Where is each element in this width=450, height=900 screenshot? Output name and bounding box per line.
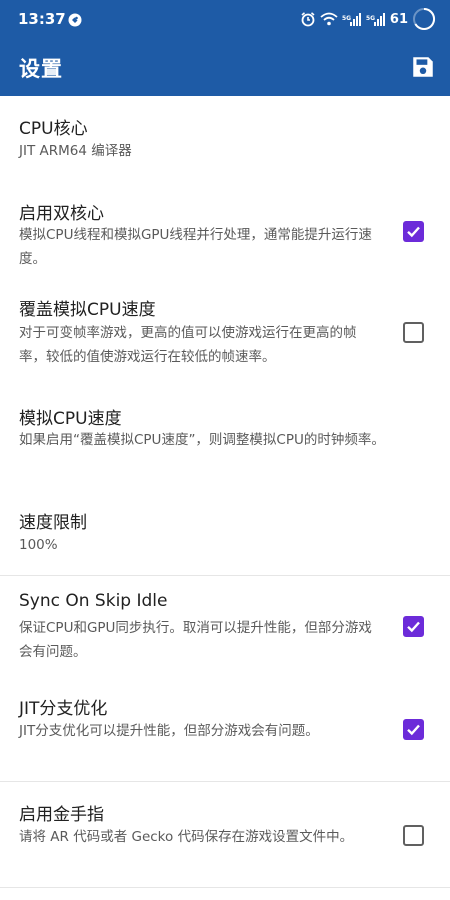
setting-title: Sync On Skip Idle [19, 591, 168, 611]
signal-icon: 5G [342, 12, 362, 26]
setting-summary: 保证CPU和GPU同步执行。取消可以提升性能，但部分游戏会有问题。 [19, 620, 372, 660]
setting-title: JIT分支优化 [19, 699, 108, 719]
setting-summary: 模拟CPU线程和模拟GPU线程并行处理，通常能提升运行速度。 [19, 227, 372, 267]
setting-dual-core[interactable]: 启用双核心 模拟CPU线程和模拟GPU线程并行处理，通常能提升运行速度。 [0, 193, 450, 291]
page-title: 设置 [19, 57, 63, 81]
alarm-icon [300, 11, 316, 27]
setting-summary: 100% [19, 537, 58, 553]
setting-summary: 如果启用“覆盖模拟CPU速度”，则调整模拟CPU的时钟频率。 [19, 432, 385, 448]
setting-summary: JIT ARM64 编译器 [19, 143, 132, 159]
setting-summary: 请将 AR 代码或者 Gecko 代码保存在游戏设置文件中。 [19, 829, 354, 845]
status-time: 13:37 [18, 10, 66, 28]
save-icon [413, 57, 433, 77]
notification-icon [68, 12, 82, 31]
sync-on-skip-idle-checkbox[interactable] [403, 616, 424, 637]
settings-list: CPU核心 JIT ARM64 编译器 启用双核心 模拟CPU线程和模拟GPU线… [0, 96, 450, 888]
setting-title: 覆盖模拟CPU速度 [19, 300, 156, 320]
check-icon [407, 226, 420, 238]
setting-cheats[interactable]: 启用金手指 请将 AR 代码或者 Gecko 代码保存在游戏设置文件中。 [0, 782, 450, 888]
battery-level: 61 [389, 11, 408, 27]
battery-icon [412, 7, 436, 31]
app-bar: 设置 [0, 38, 450, 96]
cheats-checkbox[interactable] [403, 825, 424, 846]
wifi-icon [320, 12, 338, 26]
setting-title: 启用金手指 [19, 805, 104, 825]
save-button[interactable] [410, 54, 436, 80]
dual-core-checkbox[interactable] [403, 221, 424, 242]
setting-sync-on-skip-idle[interactable]: Sync On Skip Idle 保证CPU和GPU同步执行。取消可以提升性能… [0, 576, 450, 679]
status-icons: 5G 5G 61 [300, 7, 436, 31]
setting-override-cpu-speed[interactable]: 覆盖模拟CPU速度 对于可变帧率游戏，更高的值可以使游戏运行在更高的帧率，较低的… [0, 291, 450, 395]
setting-summary: JIT分支优化可以提升性能，但部分游戏会有问题。 [19, 723, 319, 739]
status-bar: 13:37 5G 5G 61 [0, 0, 450, 38]
setting-title: 启用双核心 [19, 204, 104, 224]
setting-title: 模拟CPU速度 [19, 409, 122, 429]
svg-text:5G: 5G [342, 15, 351, 22]
setting-title: 速度限制 [19, 513, 87, 533]
override-cpu-speed-checkbox[interactable] [403, 322, 424, 343]
setting-cpu-speed[interactable]: 模拟CPU速度 如果启用“覆盖模拟CPU速度”，则调整模拟CPU的时钟频率。 [0, 395, 450, 499]
svg-text:5G: 5G [366, 15, 375, 22]
jit-branch-opt-checkbox[interactable] [403, 719, 424, 740]
setting-title: CPU核心 [19, 119, 88, 139]
signal-icon: 5G [366, 12, 386, 26]
divider [0, 887, 450, 888]
check-icon [407, 724, 420, 736]
setting-jit-branch-opt[interactable]: JIT分支优化 JIT分支优化可以提升性能，但部分游戏会有问题。 [0, 679, 450, 782]
setting-summary: 对于可变帧率游戏，更高的值可以使游戏运行在更高的帧率，较低的值使游戏运行在较低的… [19, 325, 357, 365]
setting-speed-limit[interactable]: 速度限制 100% [0, 499, 450, 576]
check-icon [407, 621, 420, 633]
setting-cpu-core[interactable]: CPU核心 JIT ARM64 编译器 [0, 96, 450, 193]
